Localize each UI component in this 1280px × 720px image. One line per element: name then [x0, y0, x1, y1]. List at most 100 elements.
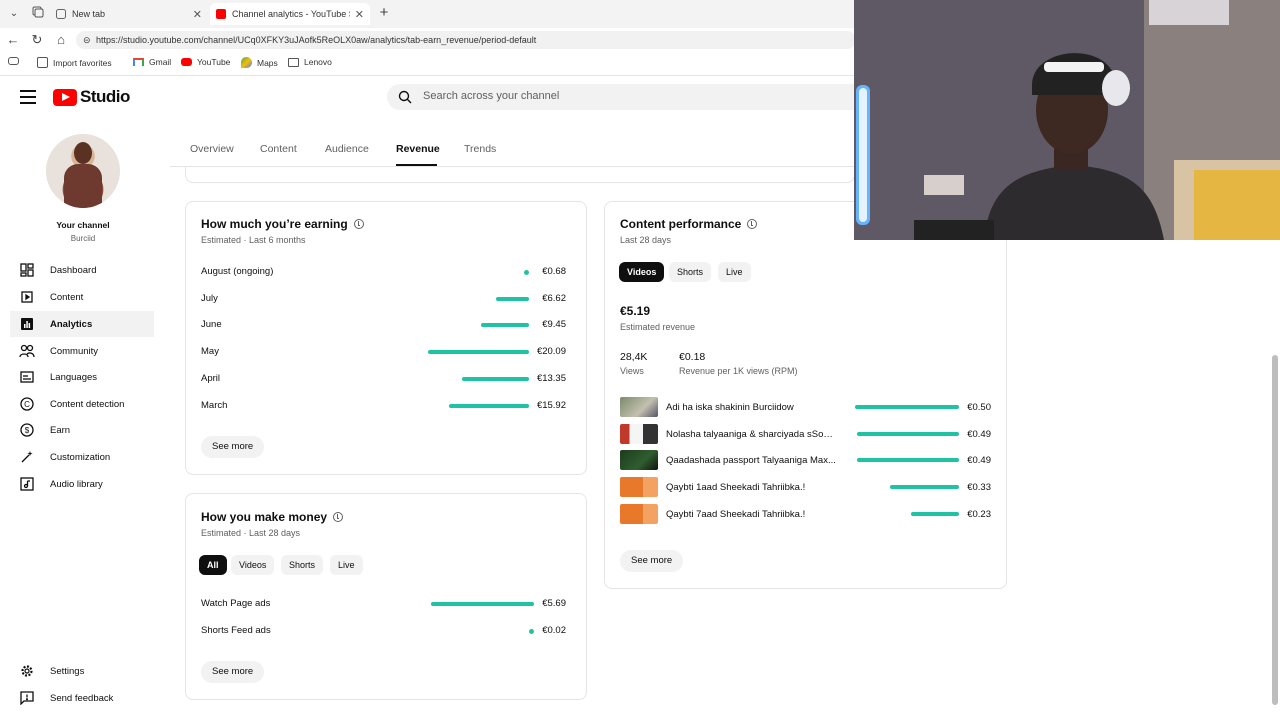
info-icon[interactable] — [747, 219, 758, 229]
home-icon[interactable]: ⌂ — [53, 32, 69, 48]
sidebar-item-languages[interactable]: Languages — [10, 364, 154, 390]
tab-overview[interactable]: Overview — [190, 143, 234, 155]
earning-value: €0.68 — [542, 266, 566, 277]
sidebar-item-audio-library[interactable]: Audio library — [10, 471, 154, 497]
chip-all[interactable]: All — [199, 555, 227, 575]
content-icon — [19, 289, 35, 305]
chip-shorts[interactable]: Shorts — [669, 262, 712, 282]
tab-audience[interactable]: Audience — [325, 143, 369, 155]
search-input[interactable]: Search across your channel — [387, 84, 857, 110]
sidebar-item-content[interactable]: Content — [10, 284, 154, 310]
workspaces-icon[interactable] — [30, 6, 46, 22]
channel-avatar[interactable] — [46, 134, 120, 208]
video-title[interactable]: Qaybti 7aad Sheekadi Tahriibka.! — [666, 509, 836, 520]
tab-channel-analytics[interactable]: Channel analytics - YouTube Studio ✕ — [210, 3, 370, 25]
content-performance-title: Content performance — [620, 217, 758, 231]
webcam-overlay — [854, 0, 1280, 240]
sidebar-item-label: Settings — [50, 665, 85, 677]
sidebar-item-customization[interactable]: Customization — [10, 444, 154, 470]
studio-logo[interactable]: Studio — [53, 87, 130, 107]
page-scrollbar[interactable] — [1272, 355, 1278, 705]
reload-icon[interactable]: ↻ — [29, 32, 45, 48]
close-tab-icon[interactable]: ✕ — [355, 8, 364, 21]
money-value: €0.02 — [542, 624, 566, 636]
earning-value: €6.62 — [542, 292, 566, 304]
svg-text:$: $ — [25, 426, 30, 435]
back-arrow-icon[interactable]: ← — [5, 32, 21, 48]
dollar-icon: $ — [19, 422, 35, 438]
video-thumbnail[interactable] — [620, 423, 658, 444]
video-revenue-value: €0.49 — [967, 455, 991, 467]
feedback-icon — [19, 690, 35, 706]
address-bar[interactable]: ⊝ https://studio.youtube.com/channel/UCq… — [76, 31, 856, 49]
sidebar-item-label: Customization — [50, 451, 111, 463]
tab-content[interactable]: Content — [260, 143, 297, 155]
tab-trends[interactable]: Trends — [464, 143, 496, 155]
estimated-revenue-value: €5.19 — [620, 304, 651, 318]
content-performance-see-more-button[interactable]: See more — [620, 550, 684, 572]
tab-list-chevron-icon[interactable]: ⌄ — [6, 6, 22, 22]
video-title[interactable]: Nolasha talyaaniga & sharciyada sSomaali… — [666, 429, 836, 440]
video-title[interactable]: Qaadashada passport Talyaaniga Max... — [666, 455, 836, 466]
video-thumbnail[interactable] — [620, 503, 658, 524]
sidebar-item-send-feedback[interactable]: Send feedback — [10, 685, 154, 711]
video-thumbnail[interactable] — [620, 477, 658, 498]
gear-icon — [19, 663, 35, 679]
video-revenue-value: €0.50 — [967, 402, 991, 413]
earning-see-more-button[interactable]: See more — [201, 436, 265, 458]
sidebar-item-label: Languages — [50, 371, 98, 383]
svg-text:C: C — [24, 400, 30, 409]
channel-name: Burciid — [70, 234, 96, 243]
sidebar-item-dashboard[interactable]: Dashboard — [10, 257, 154, 283]
chip-live[interactable]: Live — [330, 555, 363, 575]
make-money-see-more-button[interactable]: See more — [201, 661, 265, 683]
money-bar — [431, 602, 534, 606]
chip-shorts[interactable]: Shorts — [281, 555, 324, 575]
chip-videos[interactable]: Videos — [231, 555, 275, 575]
video-revenue-value: €0.49 — [967, 428, 991, 440]
bookmark-label: Maps — [257, 57, 278, 68]
earning-bar — [496, 296, 529, 301]
info-icon[interactable] — [353, 219, 364, 229]
tab-new-tab[interactable]: New tab ✕ — [50, 3, 208, 25]
info-icon[interactable] — [333, 512, 344, 522]
video-revenue-bar — [857, 458, 959, 463]
sidebar-item-content-detection[interactable]: C Content detection — [10, 391, 154, 417]
sidebar-item-analytics[interactable]: Analytics — [10, 311, 154, 337]
tab-revenue[interactable]: Revenue — [396, 143, 440, 155]
earning-month-label: June — [201, 319, 222, 331]
reading-list-icon[interactable] — [8, 57, 24, 65]
sidebar-item-community[interactable]: Community — [10, 338, 154, 364]
sidebar-item-label: Content detection — [50, 398, 125, 410]
new-tab-plus-icon[interactable]: + — [376, 5, 392, 21]
earning-value: €9.45 — [542, 319, 566, 331]
sidebar-item-label: Community — [50, 345, 99, 357]
video-thumbnail[interactable] — [620, 397, 658, 417]
sidebar-item-settings[interactable]: Settings — [10, 658, 154, 684]
money-source-label: Watch Page ads — [201, 598, 271, 609]
chip-videos[interactable]: Videos — [619, 262, 665, 282]
video-thumbnail[interactable] — [620, 450, 658, 471]
community-icon — [19, 343, 35, 359]
video-title[interactable]: Qaybti 1aad Sheekadi Tahriibka.! — [666, 482, 836, 493]
chip-live[interactable]: Live — [718, 262, 751, 282]
bookmark-import-favorites[interactable]: Import favorites — [37, 57, 112, 68]
close-tab-icon[interactable]: ✕ — [193, 8, 202, 21]
menu-icon[interactable] — [20, 90, 36, 104]
bookmark-gmail[interactable]: Gmail — [133, 57, 171, 67]
site-info-icon[interactable]: ⊝ — [83, 31, 91, 49]
your-channel-label: Your channel — [56, 220, 110, 230]
languages-icon — [19, 369, 35, 385]
content-performance-subtitle: Last 28 days — [620, 235, 672, 245]
sidebar-item-earn[interactable]: $ Earn — [10, 417, 154, 443]
video-revenue-value: €0.33 — [967, 482, 991, 494]
audio-library-icon — [19, 476, 35, 492]
views-value: 28,4K — [620, 351, 648, 363]
bookmark-youtube[interactable]: YouTube — [181, 57, 230, 67]
video-title[interactable]: Adi ha iska shakinin Burciidow — [666, 402, 836, 413]
earning-value: €13.35 — [536, 372, 566, 384]
sidebar-item-label: Audio library — [50, 478, 103, 490]
bookmark-maps[interactable]: Maps — [241, 57, 278, 68]
copyright-icon: C — [19, 396, 35, 412]
bookmark-lenovo[interactable]: Lenovo — [288, 57, 332, 67]
